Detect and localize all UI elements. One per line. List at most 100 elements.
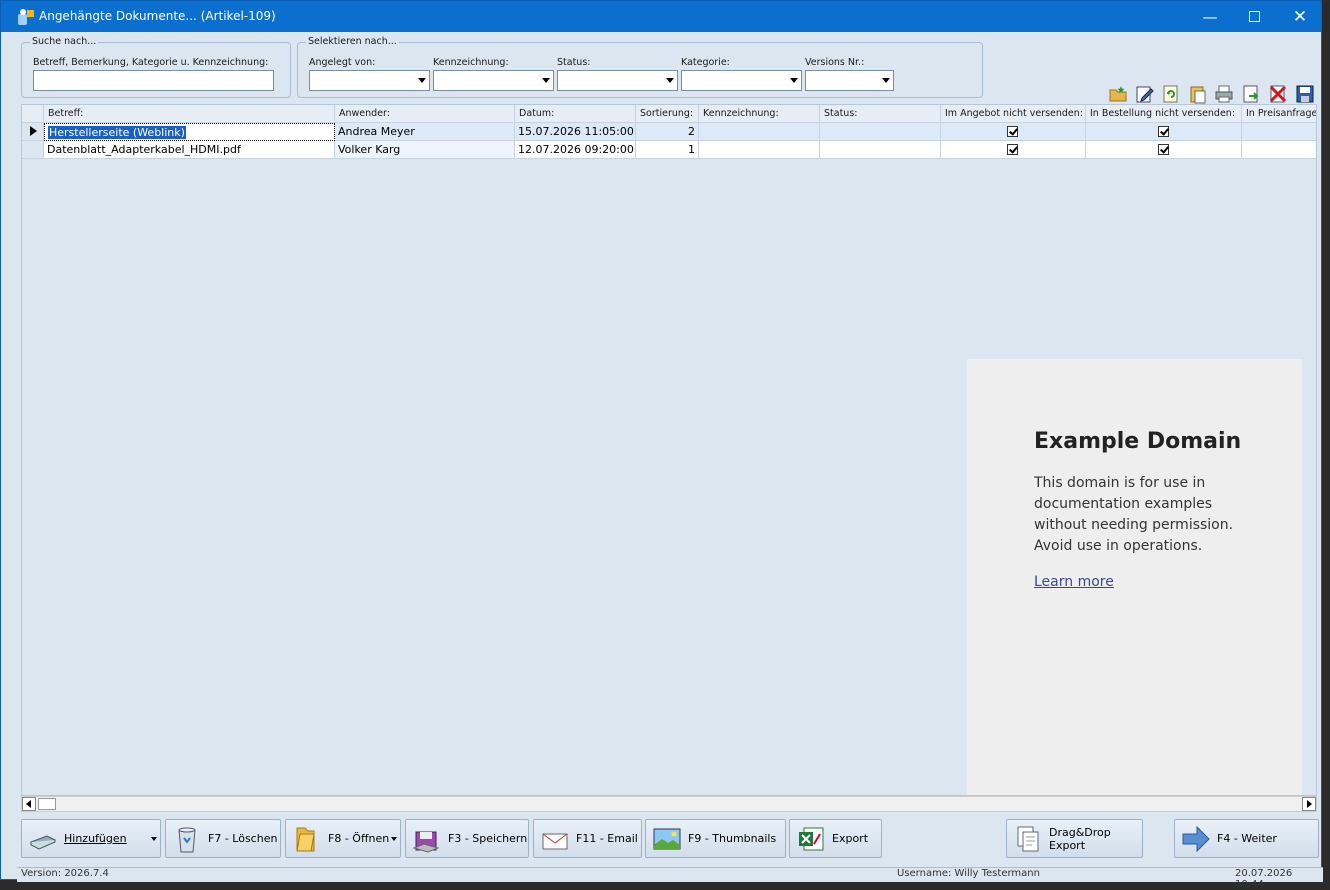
edit-icon[interactable]	[1135, 84, 1155, 104]
row-header-corner	[22, 105, 44, 123]
scroll-right-button[interactable]	[1302, 797, 1316, 811]
cell-angebot[interactable]	[941, 141, 1086, 159]
table-row[interactable]: Herstellerseite (Weblink) Andrea Meyer 1…	[22, 123, 1316, 141]
column-header-betreff[interactable]: Betreff:	[44, 105, 335, 123]
arrow-left-icon	[26, 800, 31, 808]
cell-betreff-text: Herstellerseite (Weblink)	[48, 126, 186, 139]
bestellung-checkbox[interactable]	[1158, 144, 1169, 155]
cell-anwender[interactable]: Volker Karg	[335, 141, 515, 159]
cell-bestellung[interactable]	[1086, 123, 1242, 141]
maximize-icon	[1248, 11, 1260, 22]
chevron-down-icon	[786, 71, 801, 90]
recycle-bin-icon	[178, 827, 196, 852]
add-button[interactable]: Hinzufügen	[21, 819, 161, 858]
maximize-button[interactable]	[1231, 1, 1277, 32]
chevron-down-icon[interactable]	[151, 837, 157, 841]
column-header-bestellung[interactable]: In Bestellung nicht versenden:	[1086, 105, 1242, 123]
column-header-kennzeichnung[interactable]: Kennzeichnung:	[699, 105, 820, 123]
category-label: Kategorie:	[681, 57, 730, 68]
table-row[interactable]: Datenblatt_Adapterkabel_HDMI.pdf Volker …	[22, 141, 1316, 159]
column-header-datum[interactable]: Datum:	[515, 105, 636, 123]
cell-sortierung[interactable]: 2	[636, 123, 699, 141]
floppy-icon	[412, 831, 440, 853]
cell-datum[interactable]: 15.07.2026 11:05:00	[515, 123, 636, 141]
minimize-icon: —	[1202, 7, 1218, 26]
cell-status[interactable]	[820, 123, 941, 141]
category-select[interactable]	[681, 70, 802, 91]
cell-preisanfrage[interactable]	[1242, 123, 1316, 141]
preview-link[interactable]: Learn more	[1034, 574, 1114, 590]
username-text: Username: Willy Testermann	[897, 868, 1040, 879]
angebot-checkbox[interactable]	[1007, 144, 1018, 155]
save-icon[interactable]	[1295, 84, 1315, 104]
search-group: Suche nach... Betreff, Bemerkung, Katego…	[21, 36, 291, 98]
cell-sortierung[interactable]: 1	[636, 141, 699, 159]
thumbnails-button[interactable]: F9 - Thumbnails	[645, 819, 786, 858]
scroll-left-button[interactable]	[22, 797, 36, 811]
envelope-icon	[542, 833, 568, 849]
current-row-arrow-icon	[30, 126, 37, 136]
arrow-right-icon	[1307, 800, 1312, 808]
next-button[interactable]: F4 - Weiter	[1174, 819, 1319, 858]
preview-heading: Example Domain	[1034, 429, 1242, 454]
marking-label: Kennzeichnung:	[433, 57, 509, 68]
open-button-label: F8 - Öffnen	[328, 832, 390, 845]
folder-icon	[296, 827, 315, 851]
cell-bestellung[interactable]	[1086, 141, 1242, 159]
created-by-label: Angelegt von:	[309, 57, 376, 68]
cell-preisanfrage[interactable]	[1242, 141, 1316, 159]
cell-betreff[interactable]: Datenblatt_Adapterkabel_HDMI.pdf	[44, 141, 335, 159]
scrollbar-thumb[interactable]	[38, 798, 56, 810]
column-header-sortierung[interactable]: Sortierung:	[636, 105, 699, 123]
email-button-label: F11 - Email	[576, 832, 638, 845]
column-header-status[interactable]: Status:	[820, 105, 941, 123]
column-header-anwender[interactable]: Anwender:	[335, 105, 515, 123]
marking-select[interactable]	[433, 70, 554, 91]
close-button[interactable]: ✕	[1277, 1, 1323, 32]
search-input[interactable]	[33, 70, 274, 91]
cell-kennzeichnung[interactable]	[699, 141, 820, 159]
filter-group: Selektieren nach... Angelegt von: Kennze…	[297, 36, 983, 98]
version-select[interactable]	[805, 70, 894, 91]
created-by-select[interactable]	[309, 70, 430, 91]
documents-icon	[1017, 826, 1039, 851]
arrow-right-icon	[1182, 825, 1210, 852]
cell-status[interactable]	[820, 141, 941, 159]
version-text: Version: 2026.7.4	[21, 868, 109, 879]
cell-betreff[interactable]: Herstellerseite (Weblink)	[44, 123, 335, 141]
angebot-checkbox[interactable]	[1007, 126, 1018, 137]
row-indicator	[22, 141, 44, 159]
close-icon: ✕	[1292, 6, 1308, 27]
search-legend: Suche nach...	[30, 36, 99, 47]
minimize-button[interactable]: —	[1187, 1, 1233, 32]
cell-kennzeichnung[interactable]	[699, 123, 820, 141]
paste-icon[interactable]	[1188, 84, 1208, 104]
dragdrop-export-button[interactable]: Drag&Drop Export	[1006, 819, 1143, 858]
export-button-label: Export	[832, 832, 869, 845]
cell-angebot[interactable]	[941, 123, 1086, 141]
bestellung-checkbox[interactable]	[1158, 126, 1169, 137]
search-label: Betreff, Bemerkung, Kategorie u. Kennzei…	[33, 57, 269, 68]
picture-icon	[653, 828, 681, 849]
import-icon[interactable]	[1241, 84, 1261, 104]
horizontal-scrollbar[interactable]	[21, 796, 1317, 812]
status-select[interactable]	[557, 70, 678, 91]
save-button[interactable]: F3 - Speichern	[405, 819, 529, 858]
window-title: Angehängte Dokumente... (Artikel-109)	[39, 9, 276, 23]
export-button[interactable]: Export	[789, 819, 882, 858]
refresh-document-icon[interactable]	[1161, 84, 1181, 104]
column-header-angebot[interactable]: Im Angebot nicht versenden:	[941, 105, 1086, 123]
print-icon[interactable]	[1214, 84, 1234, 104]
status-label: Status:	[557, 57, 591, 68]
column-header-preisanfrage[interactable]: In Preisanfrage	[1242, 105, 1316, 123]
new-folder-icon[interactable]	[1108, 84, 1128, 104]
email-button[interactable]: F11 - Email	[533, 819, 642, 858]
thumbnails-button-label: F9 - Thumbnails	[688, 832, 777, 845]
open-button[interactable]: F8 - Öffnen	[285, 819, 401, 858]
delete-icon[interactable]	[1268, 84, 1288, 104]
cell-anwender[interactable]: Andrea Meyer	[335, 123, 515, 141]
delete-button[interactable]: F7 - Löschen	[165, 819, 281, 858]
documents-window: Angehängte Dokumente... (Artikel-109) — …	[0, 0, 1323, 890]
cell-datum[interactable]: 12.07.2026 09:20:00	[515, 141, 636, 159]
chevron-down-icon[interactable]	[391, 837, 397, 841]
